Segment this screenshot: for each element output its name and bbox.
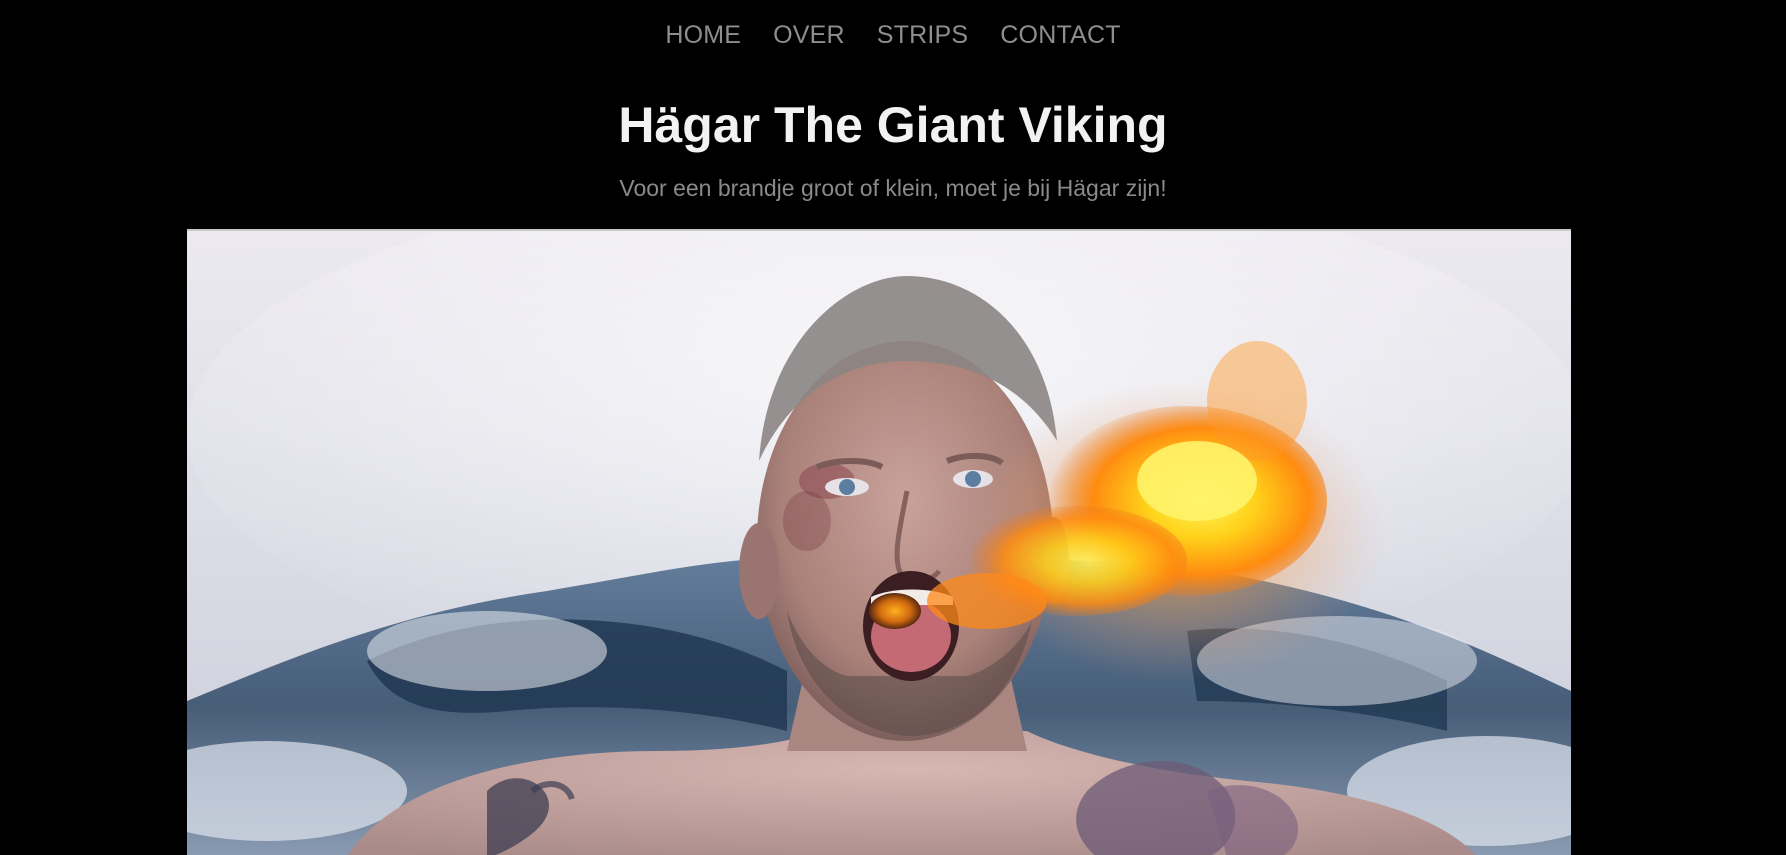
hero-image bbox=[187, 229, 1571, 855]
nav-item-over[interactable]: OVER bbox=[773, 20, 845, 50]
page-title: Hägar The Giant Viking bbox=[618, 97, 1168, 153]
nav-item-contact[interactable]: CONTACT bbox=[1000, 20, 1120, 50]
nav-item-strips[interactable]: STRIPS bbox=[877, 20, 969, 50]
page-subtitle: Voor een brandje groot of klein, moet je… bbox=[619, 175, 1167, 201]
page: HOME OVER STRIPS CONTACT Hägar The Giant… bbox=[0, 0, 1786, 855]
main-nav: HOME OVER STRIPS CONTACT bbox=[0, 20, 1786, 50]
nav-item-home[interactable]: HOME bbox=[665, 20, 741, 50]
hero-illustration bbox=[187, 231, 1571, 855]
